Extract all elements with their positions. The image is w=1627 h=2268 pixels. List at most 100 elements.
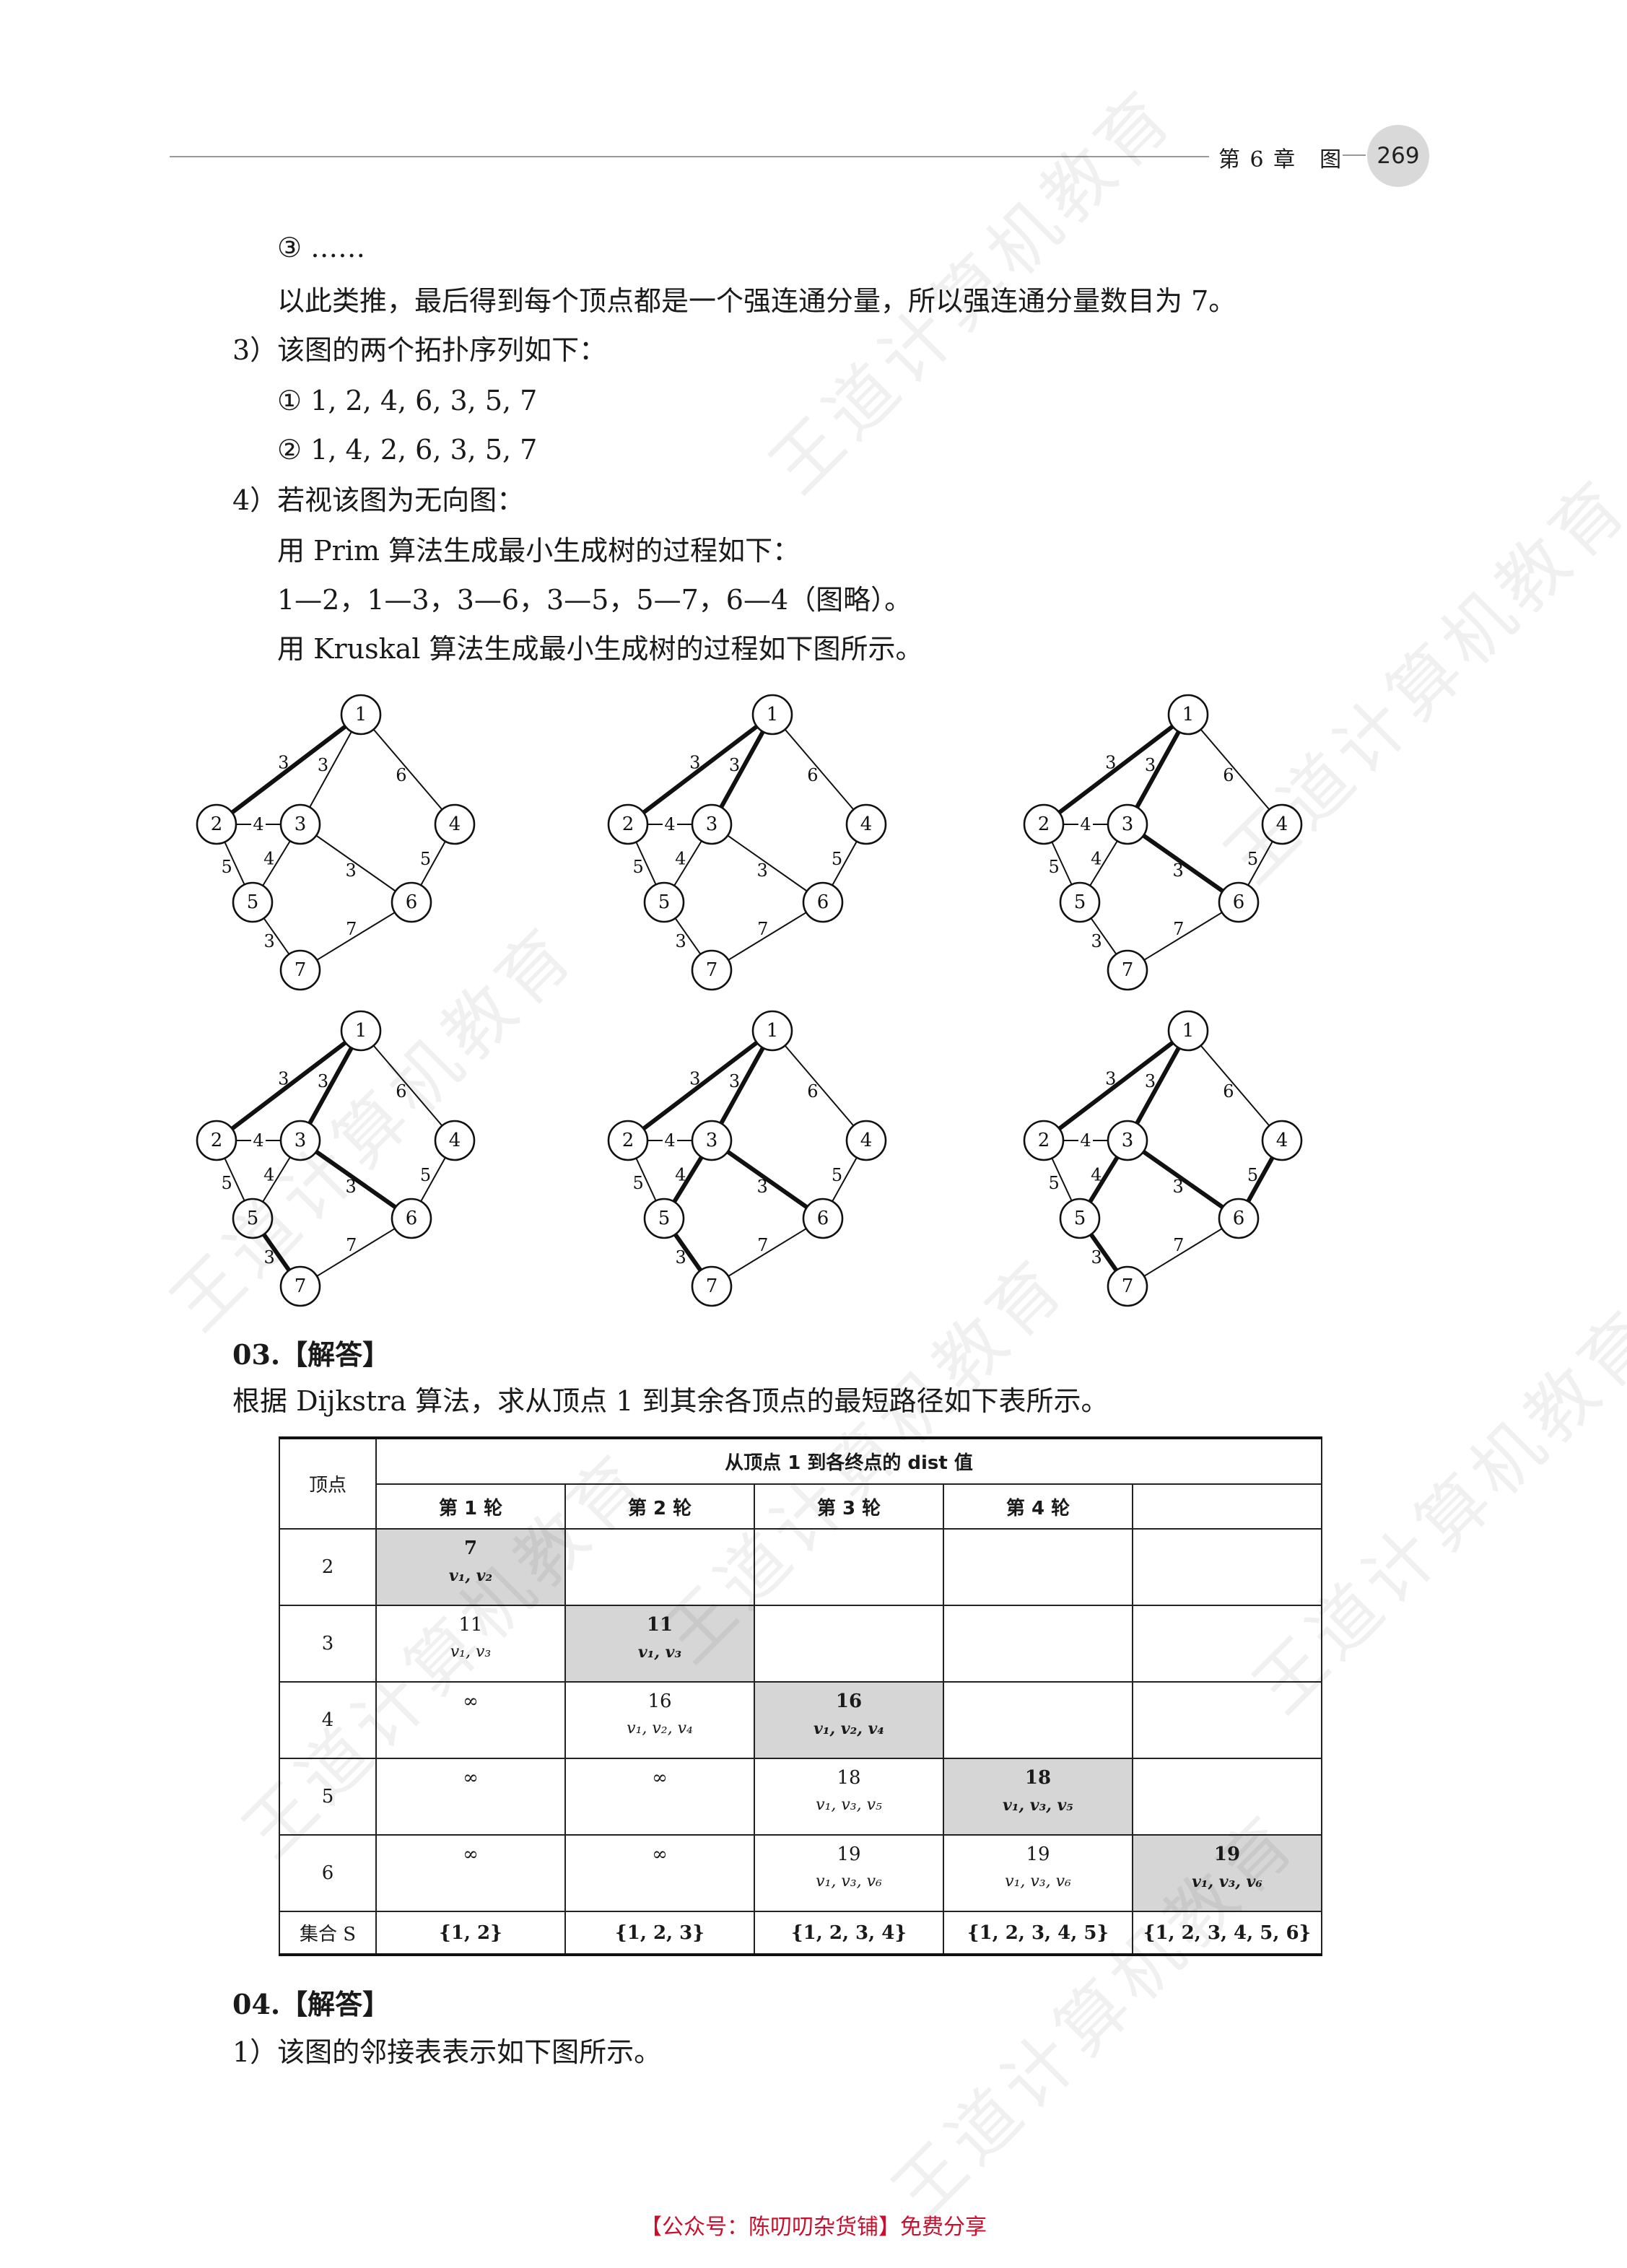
graph-node: 7 — [1107, 1265, 1148, 1307]
node-label: 1 — [767, 704, 779, 725]
edge-weight-label: 5 — [420, 849, 431, 869]
node-label: 7 — [295, 1275, 307, 1297]
graph-node: 7 — [1107, 949, 1148, 991]
chapter-title: 第 6 章 图 — [1218, 147, 1343, 173]
edge-weight-label: 3 — [689, 752, 700, 772]
text-line: ③ …… — [277, 232, 366, 263]
graph-node: 1 — [751, 1010, 793, 1052]
node-label: 3 — [1122, 814, 1134, 835]
node-label: 5 — [658, 1208, 671, 1229]
graph-node: 3 — [279, 803, 321, 845]
graph-node: 1 — [1167, 1010, 1209, 1052]
dist-header: 从顶点 1 到各终点的 dist 值 — [375, 1436, 1323, 1485]
node-label: 2 — [622, 814, 634, 835]
dist-cell: 7 v₁, v₂ — [375, 1528, 566, 1606]
table-row: 2 7 v₁, v₂ — [279, 1528, 1323, 1606]
edge-weight-label: 6 — [396, 765, 406, 785]
dist-path: v₁, v₃, v₆ — [1192, 1872, 1262, 1891]
graph-node: 1 — [1167, 694, 1209, 736]
mst-edge — [1135, 1047, 1181, 1125]
set-value: {1, 2, 3} — [564, 1911, 755, 1956]
edge-weight-label: 4 — [1091, 849, 1102, 869]
dist-path: v₁, v₃ — [450, 1643, 492, 1661]
graph-node: 7 — [279, 949, 321, 991]
graph-node: 5 — [643, 881, 685, 923]
round-header: 第 3 轮 — [754, 1483, 944, 1530]
text-line: ② 1, 4, 2, 6, 3, 5, 7 — [277, 434, 538, 466]
node-label: 7 — [1122, 1275, 1134, 1297]
edge-weight-label: 3 — [1172, 860, 1183, 881]
edge-weight-label: 5 — [221, 857, 232, 877]
edge-weight-label: 4 — [675, 849, 686, 869]
edge-weight-label: 4 — [263, 1165, 274, 1185]
node-label: 4 — [449, 814, 461, 835]
edge-weight-label: 5 — [1247, 849, 1258, 869]
node-label: 2 — [211, 1130, 223, 1151]
graph-node: 1 — [751, 694, 793, 736]
header-dash — [1343, 154, 1366, 156]
edge-weight-label: 3 — [264, 1247, 275, 1268]
dist-cell — [1131, 1528, 1323, 1606]
edge-weight-label: 7 — [757, 1235, 768, 1255]
text-line: 以此类推，最后得到每个顶点都是一个强连通分量，所以强连通分量数目为 7。 — [277, 285, 1236, 317]
graph-edge — [1200, 728, 1270, 811]
graph-edge — [372, 728, 443, 811]
edge-weight-label: 4 — [664, 814, 675, 834]
node-label: 6 — [817, 891, 829, 913]
graph-node: 7 — [279, 1265, 321, 1307]
node-label: 4 — [1276, 1130, 1288, 1151]
dist-cell: ∞ — [564, 1834, 755, 1912]
section-heading: 03.【解答】 — [232, 1338, 391, 1371]
node-label: 1 — [355, 1020, 367, 1042]
dist-cell — [943, 1681, 1133, 1759]
dist-path: v₁, v₃, v₅ — [816, 1796, 882, 1814]
dist-cell: ∞ — [564, 1758, 755, 1836]
graph-node: 4 — [1261, 803, 1303, 845]
graph-node: 6 — [1218, 881, 1260, 923]
edge-weight-label: 5 — [1247, 1165, 1258, 1185]
dist-value: 16 — [647, 1691, 672, 1712]
edge-weight-label: 4 — [675, 1165, 686, 1185]
node-label: 2 — [622, 1130, 634, 1151]
dist-value: 18 — [1024, 1767, 1052, 1789]
edge-weight-label: 3 — [345, 1177, 356, 1197]
node-label: 3 — [295, 1130, 307, 1151]
edge-weight-label: 3 — [1105, 1068, 1116, 1089]
edge-weight-label: 5 — [1048, 857, 1059, 877]
text-line: 1—2，1—3，3—6，3—5，5—7，6—4（图略）。 — [277, 584, 912, 616]
footer-note: 【公众号：陈叨叨杂货铺】免费分享 — [640, 2215, 987, 2240]
dist-cell: 19 v₁, v₃, v₆ — [943, 1834, 1133, 1912]
graph-node: 6 — [802, 1198, 844, 1239]
dist-value: ∞ — [463, 1844, 479, 1865]
dist-cell — [564, 1528, 755, 1606]
graph-node: 6 — [391, 881, 432, 923]
edge-weight-label: 4 — [664, 1130, 675, 1151]
dist-cell: ∞ — [375, 1681, 566, 1759]
dist-cell: 16 v₁, v₂, v₄ — [564, 1681, 755, 1759]
table-row: 5 ∞ ∞ 18 v₁, v₃, v₅ 18 v₁, v₃, v₅ — [279, 1758, 1323, 1836]
dist-value: 19 — [1026, 1844, 1050, 1865]
node-label: 7 — [295, 959, 307, 981]
graph-node: 2 — [196, 803, 237, 845]
dist-path: v₁, v₃, v₆ — [816, 1872, 882, 1890]
node-label: 6 — [817, 1208, 829, 1229]
node-label: 7 — [1122, 959, 1134, 981]
text-line: 3）该图的两个拓扑序列如下： — [232, 334, 607, 366]
edge-weight-label: 5 — [1048, 1173, 1059, 1193]
graph-node: 5 — [232, 881, 274, 923]
edge-weight-label: 3 — [318, 755, 328, 775]
dist-value: 11 — [646, 1614, 673, 1636]
dist-cell: 19 v₁, v₃, v₆ — [754, 1834, 944, 1912]
dist-cell — [1131, 1681, 1323, 1759]
edge-weight-label: 4 — [253, 814, 263, 834]
node-label: 3 — [706, 1130, 718, 1151]
dist-path: v₁, v₂, v₄ — [627, 1719, 693, 1737]
dist-value: 11 — [458, 1614, 483, 1636]
edge-weight-label: 4 — [1080, 1130, 1091, 1151]
edge-weight-label: 7 — [1173, 919, 1184, 939]
node-label: 4 — [1276, 814, 1288, 835]
vertex-cell: 5 — [279, 1758, 377, 1836]
dijkstra-table: 顶点 从顶点 1 到各终点的 dist 值 第 1 轮第 2 轮第 3 轮第 4… — [279, 1436, 1323, 1956]
dist-path: v₁, v₃, v₆ — [1005, 1872, 1071, 1890]
kruskal-step-graph: 33645435371234567 — [195, 694, 484, 1000]
